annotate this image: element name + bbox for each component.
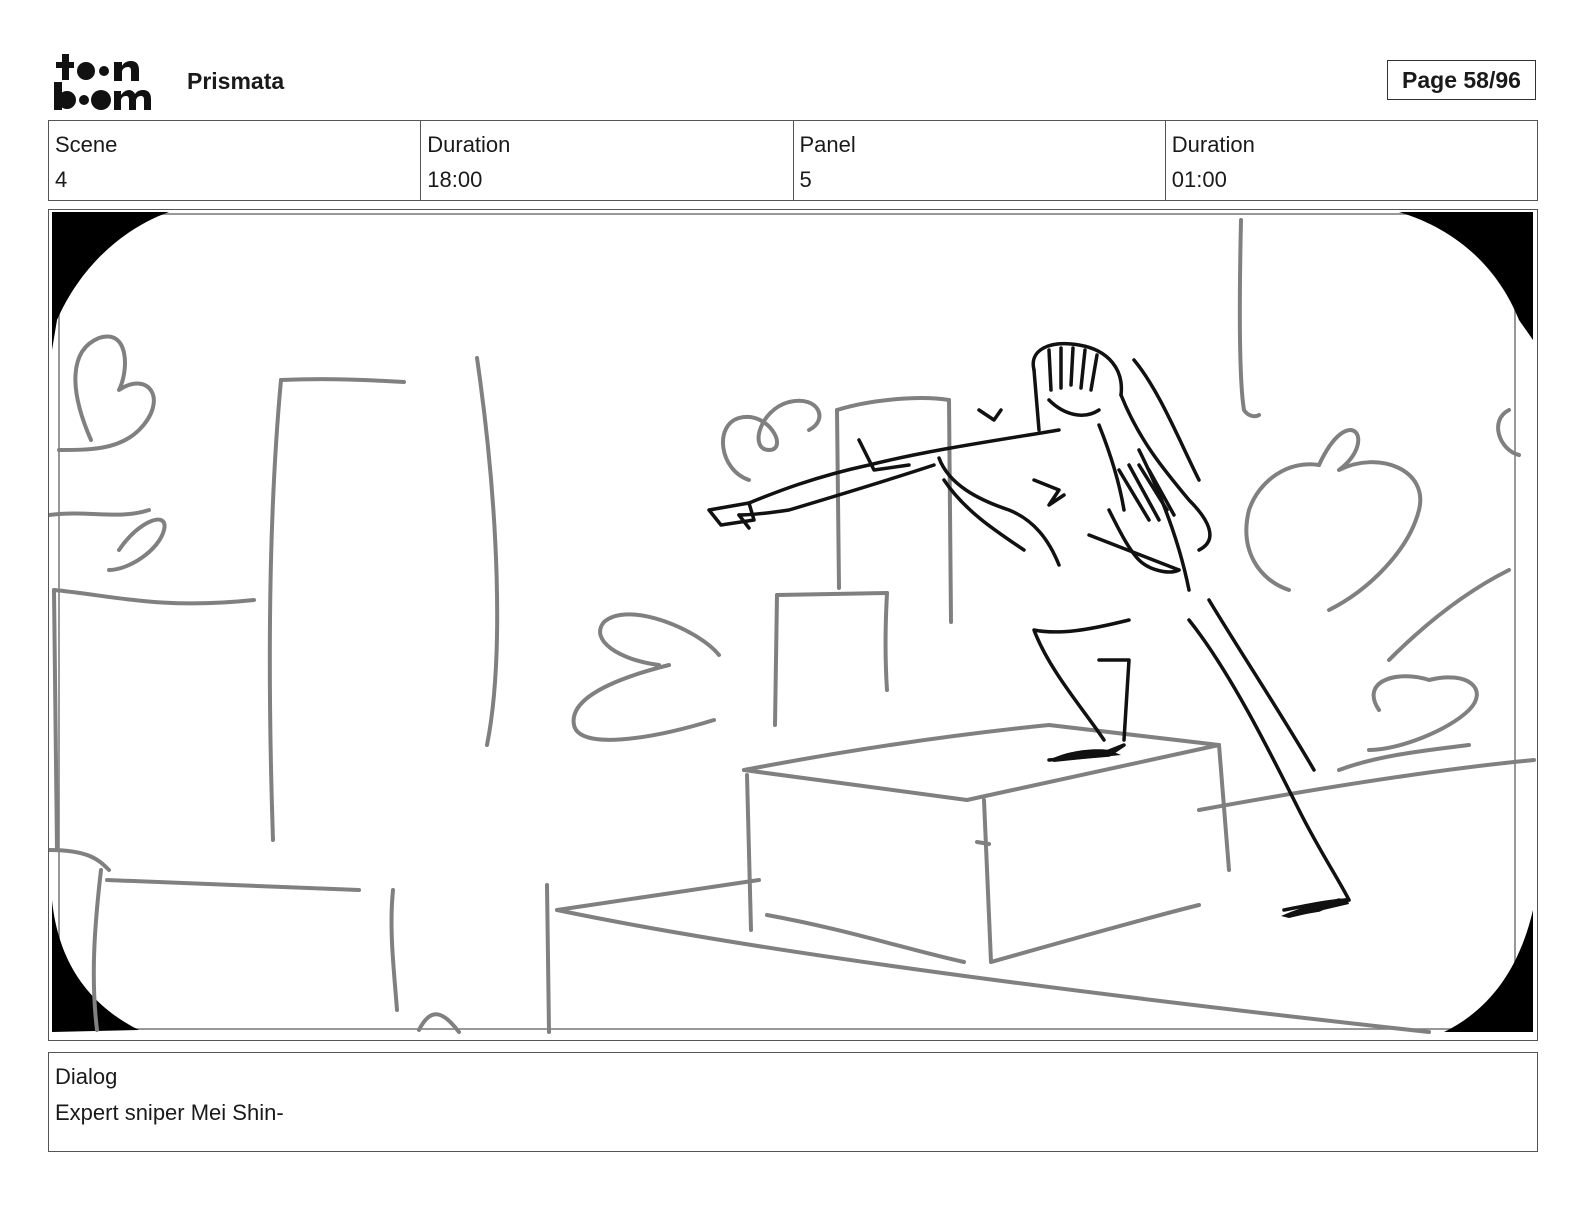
character-sketch xyxy=(707,342,1351,917)
scene-cell: Scene 4 xyxy=(49,121,422,200)
panel-cell: Panel 5 xyxy=(794,121,1166,200)
scene-label: Scene xyxy=(55,132,118,157)
panel-duration-value: 01:00 xyxy=(1171,167,1227,192)
panel-value: 5 xyxy=(799,167,812,192)
panel-sketch xyxy=(49,212,1536,1034)
panel-duration-cell: Duration 01:00 xyxy=(1166,121,1537,200)
dialog-text: Expert sniper Mei Shin- xyxy=(55,1100,284,1125)
scene-duration-label: Duration xyxy=(427,132,511,157)
dialog-label: Dialog xyxy=(55,1064,118,1089)
panel-label: Panel xyxy=(799,132,856,157)
scene-duration-value: 18:00 xyxy=(427,167,483,192)
toon-boom-logo xyxy=(54,54,151,110)
storyboard-panel xyxy=(48,209,1538,1041)
page-indicator: Page 58/96 xyxy=(1387,60,1536,100)
shoes xyxy=(1049,749,1349,918)
panel-duration-label: Duration xyxy=(1171,132,1255,157)
scene-duration-cell: Duration 18:00 xyxy=(421,121,794,200)
panel-info-row: Scene 4 Duration 18:00 Panel 5 Duration … xyxy=(48,120,1538,201)
dialog-box: Dialog Expert sniper Mei Shin- xyxy=(48,1052,1538,1152)
project-title: Prismata xyxy=(187,68,285,94)
scene-value: 4 xyxy=(55,167,68,192)
